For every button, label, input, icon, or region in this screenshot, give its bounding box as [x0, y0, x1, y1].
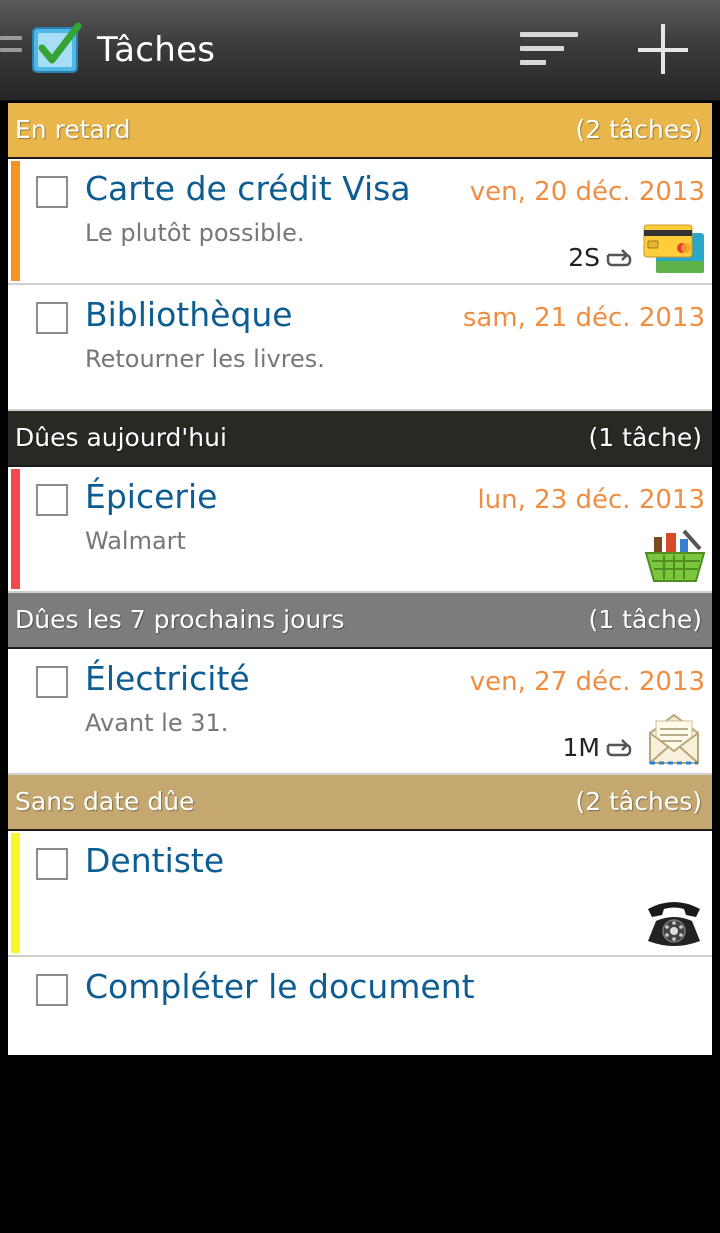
credit-card-icon: [643, 224, 704, 273]
task-name: Bibliothèque: [85, 295, 293, 334]
task-note: Avant le 31.: [85, 709, 229, 737]
task-checkbox[interactable]: [36, 484, 68, 516]
priority-bar: [11, 833, 20, 953]
task-name: Compléter le document: [85, 967, 475, 1006]
task-date: lun, 23 déc. 2013: [477, 485, 705, 515]
section-count: (1 tâche): [588, 605, 702, 634]
repeat-icon: [606, 248, 632, 266]
task-name: Dentiste: [85, 841, 225, 880]
section-header-overdue[interactable]: En retard (2 tâches): [8, 103, 712, 159]
task-name: Électricité: [85, 659, 250, 698]
task-date: sam, 21 déc. 2013: [462, 303, 705, 333]
task-row[interactable]: Dentiste: [8, 831, 712, 957]
section-header-today[interactable]: Dûes aujourd'hui (1 tâche): [8, 411, 712, 467]
task-row[interactable]: Bibliothèque sam, 21 déc. 2013 Retourner…: [8, 285, 712, 411]
recurrence-indicator: 2S: [568, 243, 634, 272]
task-checkbox[interactable]: [36, 302, 68, 334]
task-note: Le plutôt possible.: [85, 219, 305, 247]
app-checkmark-icon[interactable]: [30, 22, 82, 74]
recurrence-indicator: 1M: [563, 733, 634, 762]
task-name: Épicerie: [85, 477, 218, 516]
section-count: (2 tâches): [575, 787, 702, 816]
drawer-icon[interactable]: [0, 36, 22, 68]
section-label: Dûes aujourd'hui: [15, 423, 227, 452]
task-row[interactable]: Électricité ven, 27 déc. 2013 Avant le 3…: [8, 649, 712, 775]
task-checkbox[interactable]: [36, 666, 68, 698]
section-label: Sans date dûe: [15, 787, 195, 816]
section-count: (1 tâche): [588, 423, 702, 452]
recurrence-label: 1M: [562, 733, 600, 762]
task-checkbox[interactable]: [36, 176, 68, 208]
task-date: ven, 27 déc. 2013: [469, 667, 705, 697]
action-bar: Tâches: [0, 0, 720, 101]
task-row[interactable]: Compléter le document: [8, 957, 712, 1055]
add-task-icon[interactable]: [636, 24, 690, 78]
envelope-icon: [649, 713, 699, 765]
task-date: ven, 20 déc. 2013: [469, 177, 705, 207]
section-label: Dûes les 7 prochains jours: [15, 605, 345, 634]
task-list: En retard (2 tâches) Carte de crédit Vis…: [8, 103, 712, 1055]
repeat-icon: [606, 738, 632, 756]
task-row[interactable]: Carte de crédit Visa ven, 20 déc. 2013 L…: [8, 159, 712, 285]
priority-bar: [11, 161, 20, 281]
section-header-next-7-days[interactable]: Dûes les 7 prochains jours (1 tâche): [8, 593, 712, 649]
task-row[interactable]: Épicerie lun, 23 déc. 2013 Walmart: [8, 467, 712, 593]
sort-icon[interactable]: [520, 32, 580, 70]
task-note: Retourner les livres.: [85, 345, 325, 373]
grocery-basket-icon: [644, 529, 706, 582]
section-label: En retard: [15, 115, 131, 144]
task-checkbox[interactable]: [36, 974, 68, 1006]
priority-bar: [11, 469, 20, 589]
section-count: (2 tâches): [575, 115, 702, 144]
recurrence-label: 2S: [568, 243, 600, 272]
task-checkbox[interactable]: [36, 848, 68, 880]
section-header-no-due-date[interactable]: Sans date dûe (2 tâches): [8, 775, 712, 831]
task-name: Carte de crédit Visa: [85, 169, 411, 208]
app-title: Tâches: [97, 30, 216, 70]
task-note: Walmart: [85, 527, 186, 555]
telephone-icon: [648, 902, 700, 946]
